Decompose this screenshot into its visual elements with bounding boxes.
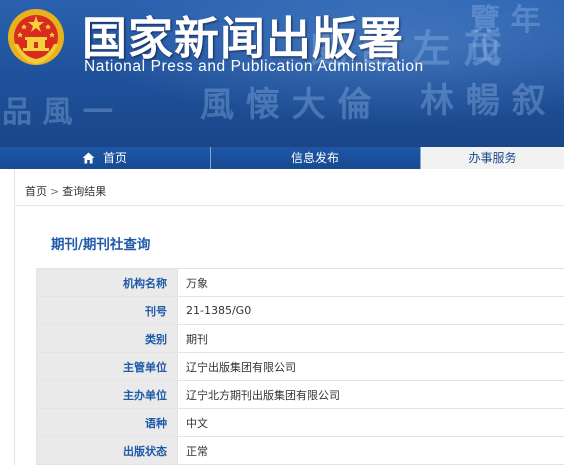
breadcrumb-separator: >	[50, 185, 60, 198]
calligraphy-background: 覽 年 山	[470, 3, 541, 68]
breadcrumb-home-link[interactable]: 首页	[25, 185, 47, 198]
row-value: 辽宁出版集团有限公司	[177, 352, 564, 381]
row-label: 语种	[36, 408, 178, 437]
row-value: 辽宁北方期刊出版集团有限公司	[177, 380, 564, 409]
nav-home[interactable]: 首页	[0, 147, 209, 169]
table-row: 机构名称 万象	[36, 268, 564, 297]
calligraphy-background: 品 風 一	[2, 95, 113, 130]
nav-home-label: 首页	[102, 151, 127, 165]
table-row: 刊号 21-1385/G0	[36, 296, 564, 325]
home-icon	[82, 152, 95, 164]
row-value: 中文	[177, 408, 564, 437]
breadcrumb: 首页 > 查询结果	[25, 183, 106, 199]
table-row: 主管单位 辽宁出版集团有限公司	[36, 352, 564, 381]
row-value: 万象	[177, 268, 564, 297]
table-row: 语种 中文	[36, 408, 564, 437]
nav-information-release[interactable]: 信息发布	[211, 147, 419, 169]
row-value: 正常	[177, 436, 564, 465]
row-value: 期刊	[177, 324, 564, 353]
page-title: 期刊/期刊社查询	[51, 237, 151, 253]
main-nav: 首页 信息发布 办事服务	[0, 147, 564, 169]
row-label: 刊号	[36, 296, 178, 325]
journal-details-table: 机构名称 万象 刊号 21-1385/G0 类别 期刊 主管单位 辽宁出版集团有…	[36, 268, 564, 465]
nav-services[interactable]: 办事服务	[421, 147, 564, 169]
site-title-english: National Press and Publication Administr…	[84, 58, 424, 75]
row-label: 机构名称	[36, 268, 178, 297]
row-label: 类别	[36, 324, 178, 353]
calligraphy-background: 風 懐 大 倫	[200, 85, 372, 125]
row-label: 主办单位	[36, 380, 178, 409]
content-panel: 首页 > 查询结果 期刊/期刊社查询 机构名称 万象 刊号 21-1385/G0 类…	[14, 169, 564, 465]
nav-information-release-label: 信息发布	[290, 151, 339, 165]
table-row: 类别 期刊	[36, 324, 564, 353]
table-row: 出版状态 正常	[36, 436, 564, 465]
row-label: 出版状态	[36, 436, 178, 465]
site-banner: 風 懐 大 倫 朗 詠 左 茂 林 暢 叙 覽 年 山 品 風 一 国家新闻出版…	[0, 0, 564, 147]
row-value: 21-1385/G0	[177, 296, 564, 325]
national-emblem-icon	[8, 9, 64, 65]
breadcrumb-current: 查询结果	[62, 185, 107, 198]
table-row: 主办单位 辽宁北方期刊出版集团有限公司	[36, 380, 564, 409]
breadcrumb-divider	[15, 205, 564, 206]
nav-services-label: 办事服务	[468, 151, 517, 165]
calligraphy-background: 林 暢 叙	[420, 81, 546, 121]
row-label: 主管单位	[36, 352, 178, 381]
